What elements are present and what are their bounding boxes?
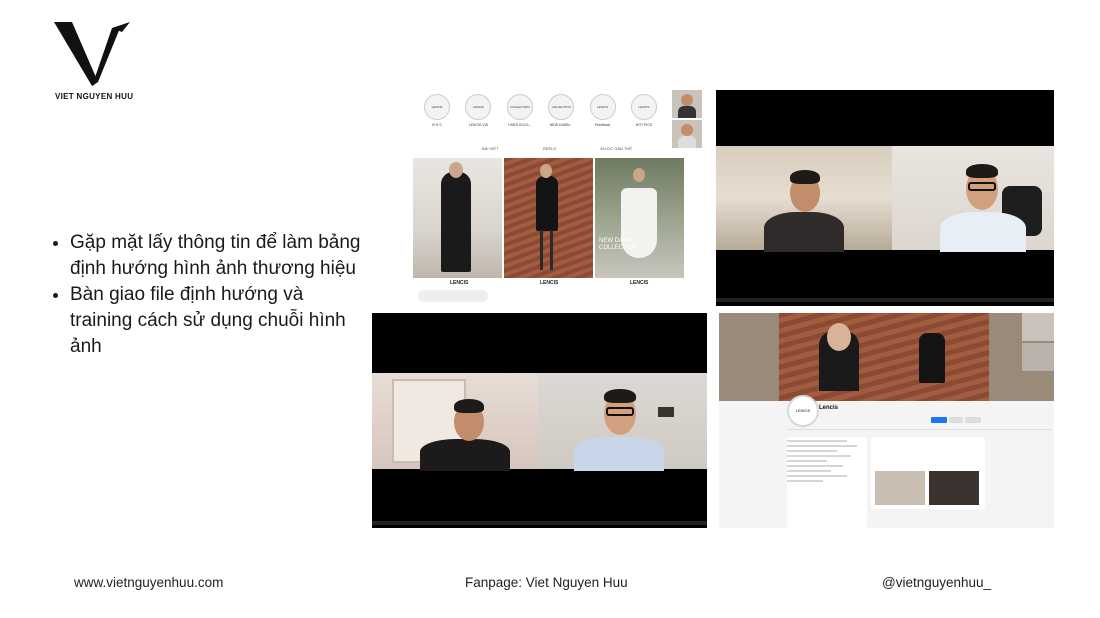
cover-photo	[719, 313, 1054, 401]
video-call-screenshot	[716, 90, 1054, 306]
post-thumb-row	[418, 290, 488, 302]
post-photo	[504, 158, 593, 278]
post-photo	[413, 158, 502, 278]
glasses-icon	[606, 407, 634, 416]
brand-name: VIET NGUYEN HUU	[55, 92, 134, 101]
person-hair	[454, 399, 484, 413]
highlight-item: LENCIS HOT PICK	[625, 94, 663, 127]
person-hair	[966, 164, 998, 178]
video-call-screenshot	[372, 313, 707, 528]
footer-fanpage: Fanpage: Viet Nguyen Huu	[465, 575, 628, 590]
video-tile	[538, 373, 707, 471]
page-tabs	[787, 429, 1052, 430]
video-progress-bar[interactable]	[716, 298, 1054, 302]
wall-picture	[658, 407, 674, 417]
highlight-item: LENCIS B H S	[418, 94, 456, 127]
brand-logo	[52, 20, 142, 88]
video-thumbnail	[672, 90, 702, 118]
video-tile	[372, 373, 538, 471]
video-tile	[716, 146, 892, 252]
facebook-page-screenshot: LENCIS Lencis	[719, 313, 1054, 528]
bullet-item: Gặp mặt lấy thông tin để làm bảng định h…	[70, 230, 370, 282]
person-figure	[940, 212, 1026, 252]
instagram-screenshot: LENCIS B H S LENCIS LENCIS VID COLLECTION L…	[412, 90, 704, 306]
person-figure	[420, 439, 510, 471]
bullet-list: Gặp mặt lấy thông tin để làm bảng định h…	[50, 230, 370, 360]
intro-card	[787, 437, 867, 528]
post-label: LENCIS	[450, 280, 469, 286]
video-thumbnail	[1022, 313, 1054, 341]
post-label: LENCIS	[630, 280, 649, 286]
bullet-item: Bàn giao file định hướng và training các…	[70, 282, 370, 360]
posts-card	[871, 437, 985, 509]
profile-tabs: BÀI VIẾT REELS ĐƯỢC GẮN THẺ	[482, 146, 632, 151]
overlay-caption: NEW DAWN COLLECTION	[599, 238, 638, 251]
person-hair	[790, 170, 820, 184]
message-button[interactable]	[949, 417, 963, 423]
footer-handle: @vietnguyenhuu_	[882, 575, 992, 590]
video-progress-bar[interactable]	[372, 521, 707, 525]
more-button[interactable]	[965, 417, 981, 423]
highlight-item: COLLECTION NEW DAWN...	[542, 94, 580, 127]
person-figure	[574, 437, 664, 471]
highlight-item: COLLECTION LINES ELEG...	[501, 94, 539, 127]
video-tile	[892, 146, 1054, 252]
video-thumbnail	[672, 120, 702, 148]
footer-website[interactable]: www.vietnguyenhuu.com	[74, 575, 223, 590]
follow-button[interactable]	[931, 417, 947, 423]
tab-reels: REELS	[542, 146, 557, 151]
page-avatar: LENCIS	[787, 395, 819, 427]
highlight-item: LENCIS LENCIS VID	[459, 94, 497, 127]
highlight-item: LENCIS Feedback	[584, 94, 622, 127]
glasses-icon	[968, 182, 996, 191]
story-highlights: LENCIS B H S LENCIS LENCIS VID COLLECTION L…	[418, 94, 663, 127]
video-thumbnail	[1022, 343, 1054, 371]
person-figure	[764, 212, 844, 252]
tab-posts: BÀI VIẾT	[482, 146, 499, 151]
person-hair	[604, 389, 636, 403]
page-name: Lencis	[819, 405, 839, 411]
post-label: LENCIS	[540, 280, 559, 286]
post-photo: NEW DAWN COLLECTION	[595, 158, 684, 278]
tab-tagged: ĐƯỢC GẮN THẺ	[600, 146, 632, 151]
